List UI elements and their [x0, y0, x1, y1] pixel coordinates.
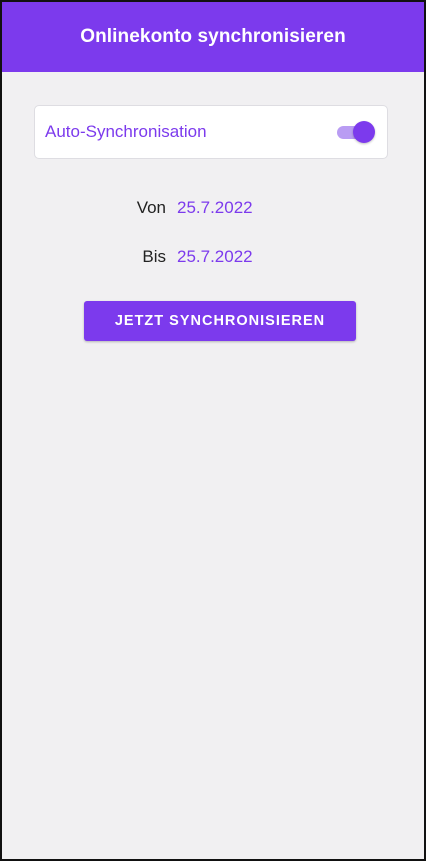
sync-now-button[interactable]: JETZT SYNCHRONISIEREN	[84, 301, 356, 341]
to-date-row: Bis 25.7.2022	[2, 247, 424, 271]
app-bar: Onlinekonto synchronisieren	[2, 2, 424, 72]
screen: Onlinekonto synchronisieren Auto-Synchro…	[0, 0, 426, 861]
from-date-value[interactable]: 25.7.2022	[177, 198, 253, 218]
auto-sync-toggle[interactable]	[337, 121, 375, 143]
from-date-label: Von	[136, 198, 166, 217]
toggle-thumb[interactable]	[353, 121, 375, 143]
to-date-label: Bis	[142, 247, 166, 266]
auto-sync-card[interactable]: Auto-Synchronisation	[34, 105, 388, 159]
to-date-value[interactable]: 25.7.2022	[177, 247, 253, 267]
page-title: Onlinekonto synchronisieren	[80, 26, 346, 47]
auto-sync-label: Auto-Synchronisation	[45, 122, 207, 141]
from-date-row: Von 25.7.2022	[2, 198, 424, 222]
